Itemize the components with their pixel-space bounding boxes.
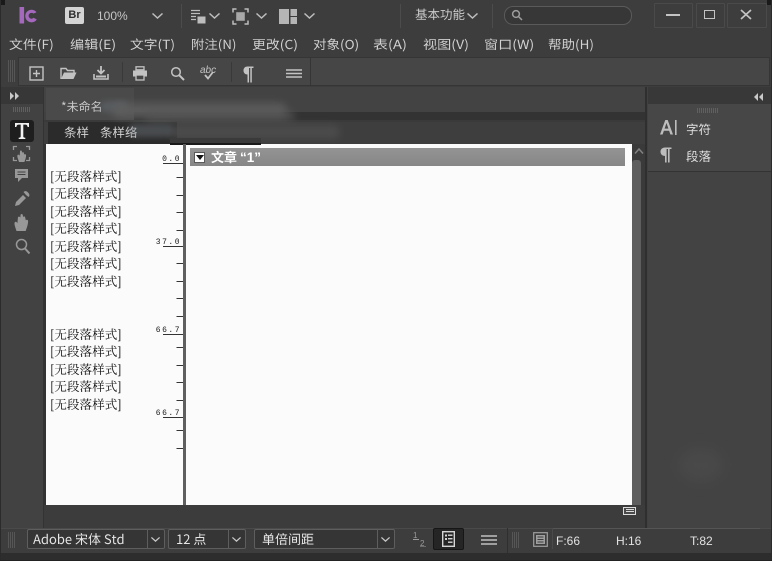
svg-text:abc: abc (200, 65, 216, 76)
svg-text:66.7: 66.7 (156, 409, 181, 418)
svg-text:37.0: 37.0 (156, 238, 181, 247)
svg-text:0.0: 0.0 (162, 155, 181, 164)
svg-text:66.7: 66.7 (156, 326, 181, 335)
svg-text:2: 2 (420, 539, 425, 547)
svg-text:1: 1 (413, 531, 418, 540)
